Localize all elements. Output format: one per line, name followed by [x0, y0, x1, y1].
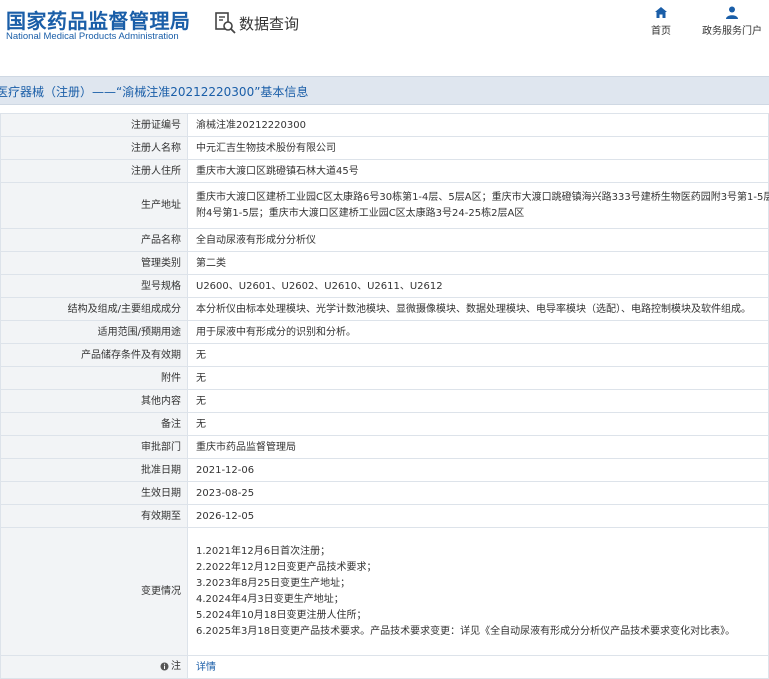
field-value: 中元汇吉生物技术股份有限公司 — [187, 136, 769, 160]
user-icon — [726, 6, 738, 19]
table-row: 型号规格 U2600、U2601、U2602、U2610、U2611、U2612 — [0, 274, 769, 298]
nav-service-label: 政务服务门户 — [702, 26, 762, 37]
site-logo-cn[interactable]: 国家药品监督管理局 — [6, 5, 191, 34]
field-label: 备注 — [0, 412, 188, 436]
field-label: 注册人名称 — [0, 136, 188, 160]
note-label-cell: 注 — [0, 655, 188, 679]
field-value: 2021-12-06 — [187, 458, 769, 482]
site-logo-en[interactable]: National Medical Products Administration — [6, 31, 179, 42]
data-query-label: 数据查询 — [239, 14, 300, 33]
field-value: U2600、U2601、U2602、U2610、U2611、U2612 — [187, 274, 769, 298]
change-item: 5.2024年10月18日变更注册人住所； — [196, 609, 367, 621]
table-row: 注 详情 — [0, 655, 769, 679]
home-icon — [655, 7, 667, 18]
nav-home[interactable]: 首页 — [645, 6, 677, 37]
change-history: 1.2021年12月6日首次注册； 2.2022年12月12日变更产品技术要求；… — [187, 527, 769, 656]
value-line: 附4号第1-5层；重庆市大渡口区建桥工业园C区太康路3号24-25栋2层A区 — [196, 207, 525, 219]
field-label: 注册人住所 — [0, 159, 188, 183]
field-label: 管理类别 — [0, 251, 188, 275]
field-value: 重庆市药品监督管理局 — [187, 435, 769, 459]
nav-home-label: 首页 — [651, 26, 671, 37]
table-row: 备注 无 — [0, 412, 769, 436]
field-label: 审批部门 — [0, 435, 188, 459]
field-label: 其他内容 — [0, 389, 188, 413]
change-item: 3.2023年8月25日变更生产地址； — [196, 577, 351, 589]
table-row: 管理类别 第二类 — [0, 251, 769, 275]
field-value: 第二类 — [187, 251, 769, 275]
field-value: 重庆市大渡口区建桥工业园C区太康路6号30栋第1-4层、5层A区；重庆市大渡口跳… — [187, 182, 769, 229]
table-row: 产品名称 全自动尿液有形成分分析仪 — [0, 228, 769, 252]
field-label: 批准日期 — [0, 458, 188, 482]
value-line: 重庆市大渡口区建桥工业园C区太康路6号30栋第1-4层、5层A区；重庆市大渡口跳… — [196, 191, 769, 203]
table-row: 产品储存条件及有效期 无 — [0, 343, 769, 367]
field-label: 变更情况 — [0, 527, 188, 656]
table-row: 生效日期 2023-08-25 — [0, 481, 769, 505]
field-value: 2026-12-05 — [187, 504, 769, 528]
field-label: 产品名称 — [0, 228, 188, 252]
table-row: 变更情况 1.2021年12月6日首次注册； 2.2022年12月12日变更产品… — [0, 527, 769, 656]
field-value: 无 — [187, 389, 769, 413]
field-label: 型号规格 — [0, 274, 188, 298]
note-label: 注 — [160, 660, 181, 673]
field-value: 渝械注准20212220300 — [187, 113, 769, 137]
table-row: 其他内容 无 — [0, 389, 769, 413]
table-row: 适用范围/预期用途 用于尿液中有形成分的识别和分析。 — [0, 320, 769, 344]
field-value: 2023-08-25 — [187, 481, 769, 505]
table-row: 有效期至 2026-12-05 — [0, 504, 769, 528]
table-row: 附件 无 — [0, 366, 769, 390]
field-value: 无 — [187, 343, 769, 367]
table-row: 批准日期 2021-12-06 — [0, 458, 769, 482]
document-search-icon — [215, 12, 236, 34]
table-row: 注册人住所 重庆市大渡口区跳磴镇石林大道45号 — [0, 159, 769, 183]
record-title-bar: 医疗器械（注册）——“渝械注准20212220300”基本信息 — [0, 76, 769, 105]
field-value: 详情 — [187, 655, 769, 679]
change-item: 4.2024年4月3日变更生产地址； — [196, 593, 344, 605]
field-label: 附件 — [0, 366, 188, 390]
field-label: 有效期至 — [0, 504, 188, 528]
table-row: 生产地址 重庆市大渡口区建桥工业园C区太康路6号30栋第1-4层、5层A区；重庆… — [0, 182, 769, 229]
field-label: 生效日期 — [0, 481, 188, 505]
nav-service-portal[interactable]: 政务服务门户 — [700, 6, 764, 37]
field-value: 用于尿液中有形成分的识别和分析。 — [187, 320, 769, 344]
field-label: 适用范围/预期用途 — [0, 320, 188, 344]
field-value: 无 — [187, 412, 769, 436]
change-item: 1.2021年12月6日首次注册； — [196, 545, 331, 557]
table-row: 结构及组成/主要组成成分 本分析仪由标本处理模块、光学计数池模块、显微摄像模块、… — [0, 297, 769, 321]
info-icon — [160, 662, 169, 670]
field-value: 全自动尿液有形成分分析仪 — [187, 228, 769, 252]
table-row: 注册人名称 中元汇吉生物技术股份有限公司 — [0, 136, 769, 160]
data-query-link[interactable]: 数据查询 — [214, 10, 299, 36]
table-row: 审批部门 重庆市药品监督管理局 — [0, 435, 769, 459]
field-value: 本分析仪由标本处理模块、光学计数池模块、显微摄像模块、数据处理模块、电导率模块（… — [187, 297, 769, 321]
field-label: 产品储存条件及有效期 — [0, 343, 188, 367]
site-header: 国家药品监督管理局 National Medical Products Admi… — [0, 0, 769, 62]
field-label: 结构及组成/主要组成成分 — [0, 297, 188, 321]
details-link[interactable]: 详情 — [196, 662, 216, 673]
field-value: 无 — [187, 366, 769, 390]
field-label: 生产地址 — [0, 182, 188, 229]
record-title: 医疗器械（注册）——“渝械注准20212220300”基本信息 — [0, 85, 309, 99]
change-item: 6.2025年3月18日变更产品技术要求。产品技术要求变更：详见《全自动尿液有形… — [196, 625, 736, 637]
note-label-text: 注 — [171, 660, 181, 672]
field-label: 注册证编号 — [0, 113, 188, 137]
registration-info-table: 注册证编号 渝械注准20212220300 注册人名称 中元汇吉生物技术股份有限… — [0, 113, 769, 679]
field-value: 重庆市大渡口区跳磴镇石林大道45号 — [187, 159, 769, 183]
change-item: 2.2022年12月12日变更产品技术要求； — [196, 561, 377, 573]
table-row: 注册证编号 渝械注准20212220300 — [0, 113, 769, 137]
